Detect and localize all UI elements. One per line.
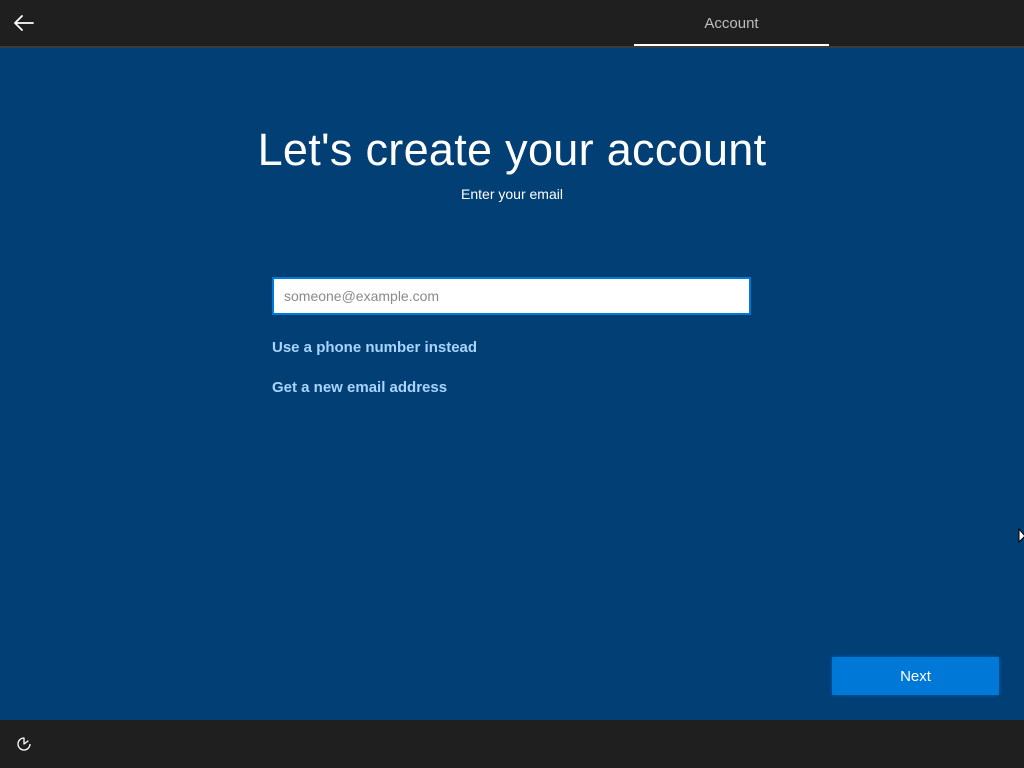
use-phone-number-link[interactable]: Use a phone number instead xyxy=(272,339,477,356)
oobe-screen: Account Let's create your account Enter … xyxy=(0,0,1024,768)
mouse-cursor-icon xyxy=(1018,528,1024,544)
get-new-email-link[interactable]: Get a new email address xyxy=(272,379,447,396)
ease-of-access-icon xyxy=(17,737,31,751)
next-button[interactable]: Next xyxy=(832,657,999,695)
page-title: Let's create your account xyxy=(257,124,767,175)
email-input[interactable] xyxy=(272,277,751,315)
bottom-bar xyxy=(0,720,1024,768)
page-subtitle: Enter your email xyxy=(461,186,563,202)
back-arrow-icon xyxy=(14,15,34,31)
tab-account-label: Account xyxy=(704,14,759,32)
back-button[interactable] xyxy=(8,7,40,39)
header-divider xyxy=(0,46,1024,48)
tab-account: Account xyxy=(634,0,829,46)
top-bar: Account xyxy=(0,0,1024,46)
ease-of-access-button[interactable] xyxy=(12,732,36,756)
